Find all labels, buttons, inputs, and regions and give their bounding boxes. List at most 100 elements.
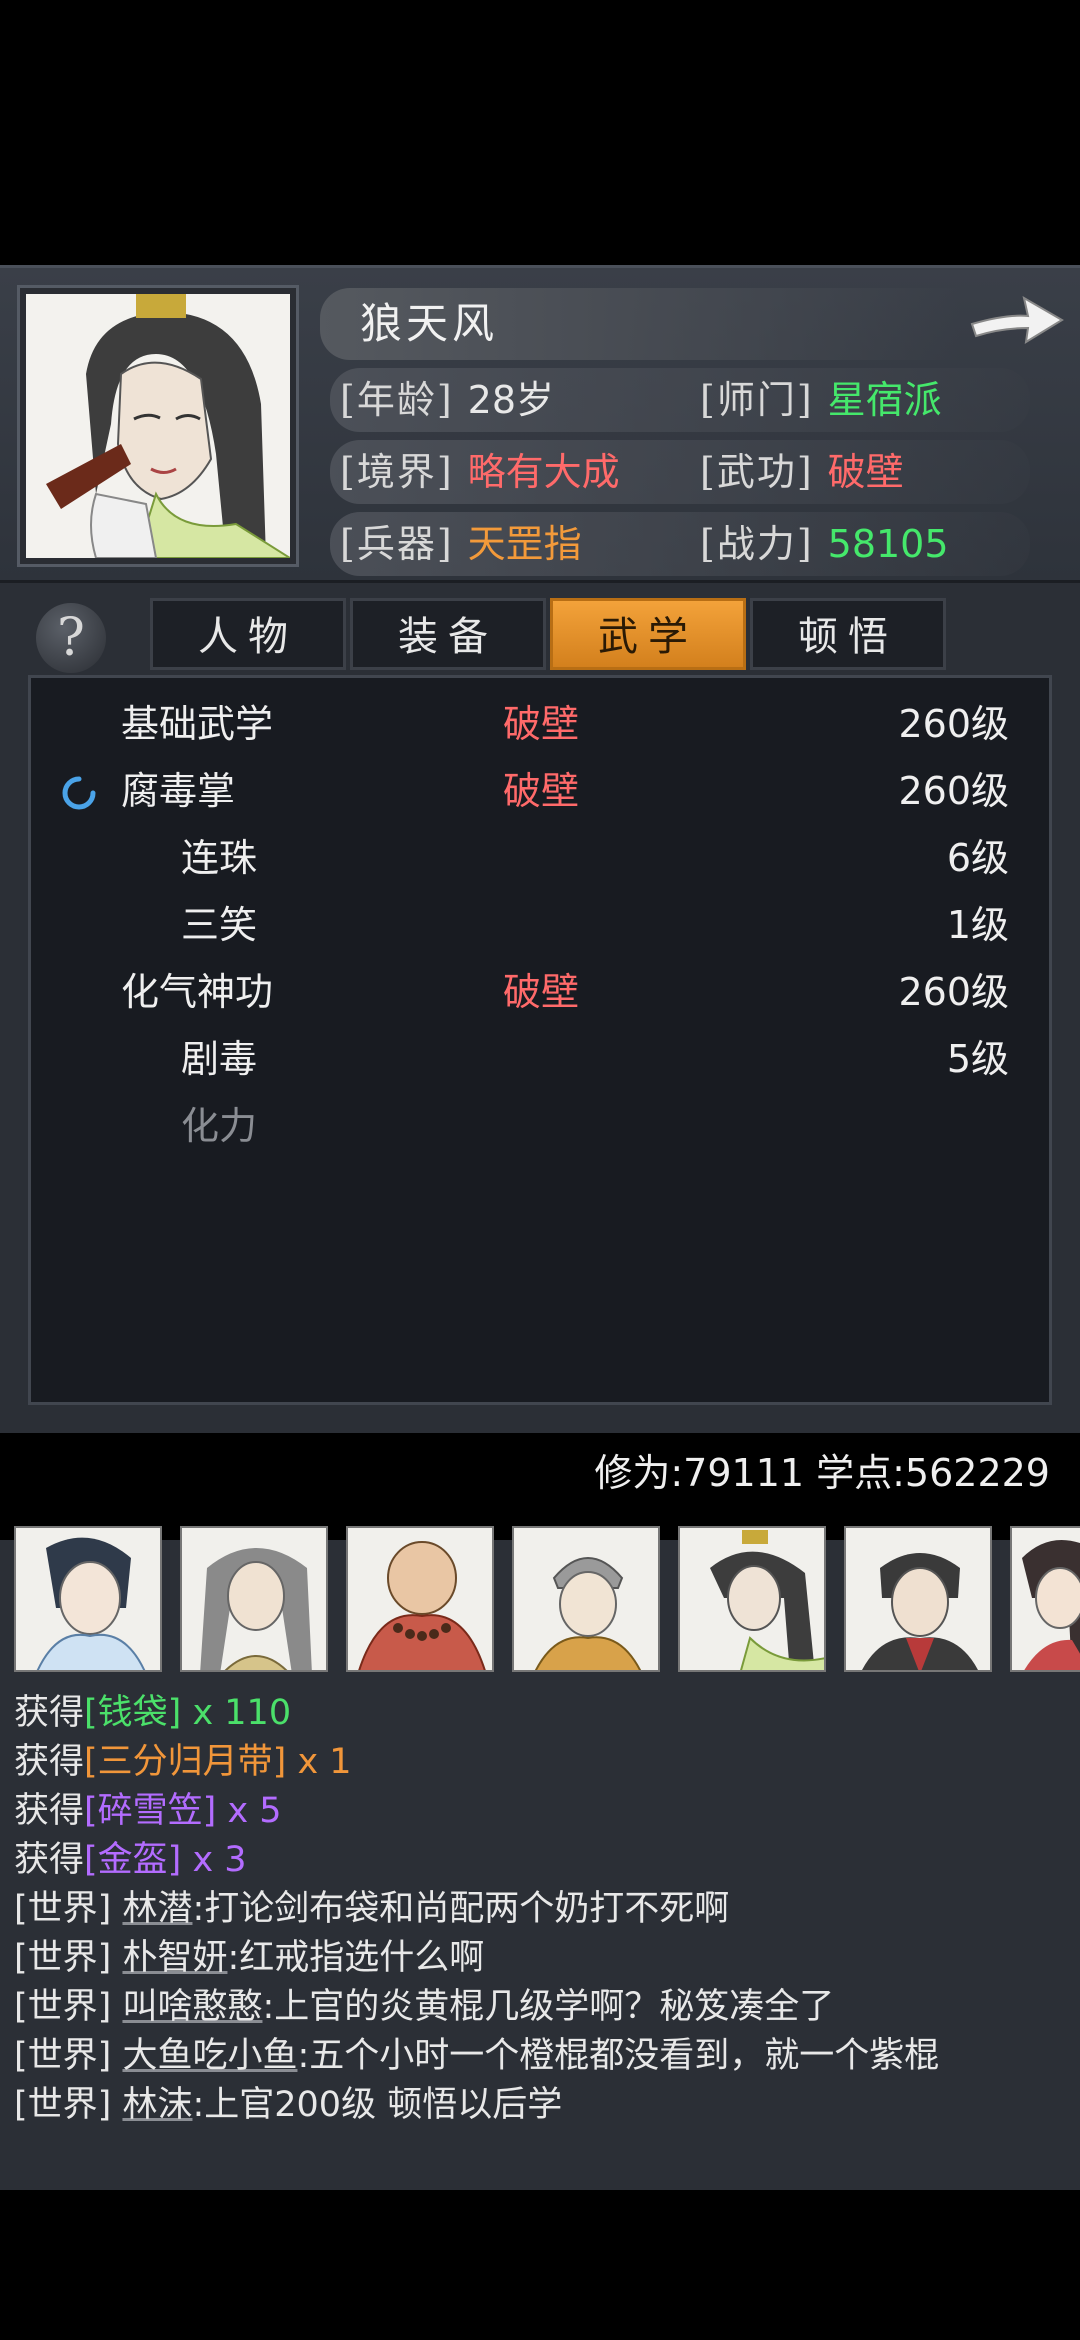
chat-username[interactable]: 林沫	[122, 2085, 192, 2125]
chat-channel-tag: [世界]	[14, 1987, 112, 2027]
stat-label: [战力]	[700, 522, 814, 566]
skill-name: 三笑	[181, 903, 258, 947]
loot-line: 获得[三分归月带] x 1	[14, 1737, 352, 1787]
skill-row[interactable]: 化气神功 破壁 260级	[31, 960, 1049, 1024]
stat-value: 28岁	[467, 378, 555, 422]
skill-row[interactable]: 腐毒掌 破壁 260级	[31, 759, 1049, 823]
team-avatar[interactable]	[14, 1526, 162, 1672]
loot-qty: x 3	[181, 1840, 247, 1880]
chat-line: [世界] 叫啥憨憨:上官的炎黄棍几级学啊？秘笈凑全了	[14, 1982, 834, 2032]
stat-value: 天罡指	[467, 522, 582, 566]
skill-grade: 260级	[898, 970, 1009, 1014]
tab-equipment[interactable]: 装备	[350, 598, 546, 670]
loot-prefix: 获得	[14, 1840, 85, 1880]
skill-name: 基础武学	[121, 702, 274, 746]
stat-realm: [境界] 略有大成	[340, 443, 620, 501]
chat-username[interactable]: 叫啥憨憨	[122, 1987, 262, 2027]
cultivation-points: 修为:79111 学点:562229	[594, 1451, 1050, 1495]
skill-list: 基础武学 破壁 260级 腐毒掌 破壁 260级 连珠 6级 三笑 1级 化气神…	[28, 675, 1052, 1405]
tab-bar: 人物 装备 武学 顿悟	[150, 598, 950, 670]
stat-value: 星宿派	[827, 378, 942, 422]
chat-username[interactable]: 林潜	[122, 1889, 192, 1929]
team-avatar[interactable]	[180, 1526, 328, 1672]
stat-martial: [武功] 破壁	[700, 443, 904, 501]
skill-row[interactable]: 剧毒 5级	[31, 1027, 1049, 1091]
loot-prefix: 获得	[14, 1742, 85, 1782]
team-avatar[interactable]	[512, 1526, 660, 1672]
loot-prefix: 获得	[14, 1693, 85, 1733]
skill-realm: 破壁	[503, 769, 580, 813]
loot-qty: x 5	[216, 1791, 282, 1831]
skill-realm: 破壁	[503, 702, 580, 746]
chat-line: [世界] 大鱼吃小鱼:五个小时一个橙棍都没看到，就一个紫棍	[14, 2031, 939, 2081]
character-profile: 狼天风 [年龄] 28岁 [师门] 星宿派 [境界] 略有大成 [武功] 破壁 [兵器]…	[0, 265, 1080, 583]
character-portrait[interactable]	[20, 288, 296, 564]
team-avatar-strip	[0, 1510, 1080, 1680]
loot-qty: x 110	[181, 1693, 292, 1733]
stat-label: [兵器]	[340, 522, 454, 566]
chat-line: [世界] 林沫:上官200级 顿悟以后学	[14, 2080, 562, 2130]
tab-enlightenment[interactable]: 顿悟	[750, 598, 946, 670]
skill-row[interactable]: 连珠 6级	[31, 826, 1049, 890]
skill-grade: 1级	[946, 903, 1009, 947]
chat-channel-tag: [世界]	[14, 2085, 112, 2125]
loot-item[interactable]: [碎雪笠]	[84, 1791, 216, 1831]
stat-label: [境界]	[340, 450, 454, 494]
loot-line: 获得[钱袋] x 110	[14, 1688, 291, 1738]
stat-value: 58105	[827, 522, 949, 566]
chat-channel-tag: [世界]	[14, 1938, 112, 1978]
character-name: 狼天风	[360, 299, 499, 348]
loot-qty: x 1	[286, 1742, 352, 1782]
tab-character[interactable]: 人物	[150, 598, 346, 670]
screen: 狼天风 [年龄] 28岁 [师门] 星宿派 [境界] 略有大成 [武功] 破壁 [兵器]…	[0, 0, 1080, 2340]
skill-row[interactable]: 化力	[31, 1094, 1049, 1158]
skill-grade: 260级	[898, 702, 1009, 746]
skill-name: 化力	[181, 1104, 258, 1148]
skill-name: 连珠	[181, 836, 258, 880]
help-icon[interactable]: ?	[36, 603, 106, 673]
tab-martial-arts[interactable]: 武学	[550, 598, 746, 670]
stat-value: 破壁	[827, 450, 904, 494]
chat-line: [世界] 林潜:打论剑布袋和尚配两个奶打不死啊	[14, 1884, 729, 1934]
stat-power: [战力] 58105	[700, 515, 949, 573]
chat-message: :五个小时一个橙棍都没看到，就一个紫棍	[297, 2036, 940, 2076]
skill-row[interactable]: 基础武学 破壁 260级	[31, 692, 1049, 756]
skill-row[interactable]: 三笑 1级	[31, 893, 1049, 957]
chat-message: :红戒指选什么啊	[227, 1938, 485, 1978]
team-avatar[interactable]	[844, 1526, 992, 1672]
skill-realm: 破壁	[503, 970, 580, 1014]
loot-line: 获得[碎雪笠] x 5	[14, 1786, 282, 1836]
martial-arts-panel: ? 人物 装备 武学 顿悟 基础武学 破壁 260级 腐毒掌 破壁 260级 连	[0, 583, 1080, 1495]
chat-username[interactable]: 大鱼吃小鱼	[122, 2036, 297, 2076]
stat-age: [年龄] 28岁	[340, 371, 554, 429]
skill-grade: 6级	[946, 836, 1009, 880]
loading-spinner-icon	[62, 776, 96, 810]
chat-username[interactable]: 朴智妍	[122, 1938, 227, 1978]
skill-grade: 260级	[898, 769, 1009, 813]
stat-label: [年龄]	[340, 378, 454, 422]
loot-item[interactable]: [三分归月带]	[84, 1742, 286, 1782]
loot-line: 获得[金盔] x 3	[14, 1835, 247, 1885]
chat-message: :上官的炎黄棍几级学啊？秘笈凑全了	[262, 1987, 835, 2027]
skill-name: 剧毒	[181, 1037, 258, 1081]
chat-line: [世界] 朴智妍:红戒指选什么啊	[14, 1933, 484, 1983]
skill-grade: 5级	[946, 1037, 1009, 1081]
stat-sect: [师门] 星宿派	[700, 371, 942, 429]
skill-name: 腐毒掌	[121, 769, 236, 813]
stat-value: 略有大成	[467, 450, 620, 494]
stat-label: [武功]	[700, 450, 814, 494]
chat-message: :打论剑布袋和尚配两个奶打不死啊	[192, 1889, 730, 1929]
loot-prefix: 获得	[14, 1791, 85, 1831]
chat-message: :上官200级 顿悟以后学	[192, 2085, 563, 2125]
loot-item[interactable]: [钱袋]	[84, 1693, 181, 1733]
chat-channel-tag: [世界]	[14, 1889, 112, 1929]
stat-label: [师门]	[700, 378, 814, 422]
chat-channel-tag: [世界]	[14, 2036, 112, 2076]
stat-weapon: [兵器] 天罡指	[340, 515, 582, 573]
loot-item[interactable]: [金盔]	[84, 1840, 181, 1880]
team-avatar[interactable]	[346, 1526, 494, 1672]
arrow-right-icon[interactable]	[966, 284, 1066, 354]
team-avatar[interactable]	[678, 1526, 826, 1672]
skill-name: 化气神功	[121, 970, 274, 1014]
team-avatar[interactable]	[1010, 1526, 1080, 1672]
